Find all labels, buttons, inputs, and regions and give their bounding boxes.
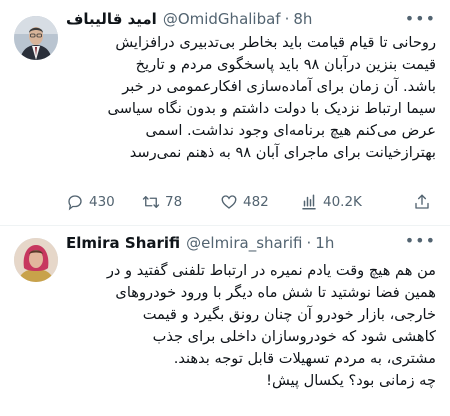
more-icon[interactable]: ••• bbox=[405, 233, 436, 249]
avatar[interactable] bbox=[14, 238, 58, 282]
reply-count: 430 bbox=[89, 194, 115, 210]
tweet-text-line: قیمت بنزین درآبان ۹۸ باید پاسخگوی مردم و… bbox=[135, 56, 436, 73]
reply-icon bbox=[68, 195, 82, 211]
tweet-text-line: بهترازخیانت برای ماجرای آبان ۹۸ به ذهنم … bbox=[129, 144, 436, 161]
more-icon[interactable]: ••• bbox=[405, 11, 436, 27]
tweet-text-line: همین فضا نوشتید تا شش ماه دیگر با ورود خ… bbox=[115, 284, 436, 301]
views-count: 40.2K bbox=[323, 194, 362, 210]
separator-dot: · bbox=[306, 234, 312, 252]
tweet-text-line: مشتری، به مردم تسهیلات قابل توجه بدهند. bbox=[173, 350, 436, 367]
tweet-header: امید قالیباف @OmidGhalibaf · 8h bbox=[66, 8, 436, 30]
tweet-text: من هم هیچ وقت یادم نمیره در ارتباط تلفنی… bbox=[66, 260, 436, 392]
display-name[interactable]: امید قالیباف bbox=[66, 10, 157, 28]
tweet-omid-ghalibaf[interactable]: امید قالیباف @OmidGhalibaf · 8h ••• روحا… bbox=[0, 0, 450, 226]
tweet-elmira-sharifi[interactable]: Elmira Sharifi @elmira_sharifi · 1h ••• … bbox=[0, 226, 450, 416]
reply-button[interactable]: 430 bbox=[66, 193, 142, 211]
timestamp[interactable]: 8h bbox=[293, 10, 312, 28]
views-icon bbox=[302, 194, 316, 210]
retweet-button[interactable]: 78 bbox=[142, 193, 220, 211]
like-button[interactable]: 482 bbox=[220, 193, 300, 211]
timestamp[interactable]: 1h bbox=[315, 234, 334, 252]
avatar[interactable] bbox=[14, 16, 58, 60]
tweet-text: روحانی تا قیام قیامت باید بخاطر بی‌تدبیر… bbox=[66, 32, 436, 164]
separator-dot: · bbox=[284, 10, 290, 28]
user-handle[interactable]: @elmira_sharifi bbox=[186, 234, 302, 252]
display-name[interactable]: Elmira Sharifi bbox=[66, 234, 180, 252]
share-icon bbox=[415, 194, 429, 209]
retweet-count: 78 bbox=[165, 194, 183, 210]
tweet-text-line: خارجی، بازار خودرو آن چنان رونق بگیرد و … bbox=[142, 306, 436, 323]
tweet-text-line: سیما ارتباط نزدیک با دولت داشتم و بدون ن… bbox=[107, 100, 436, 117]
tweet-text-line: باشد. آن زمان برای آماده‌سازی افکارعمومی… bbox=[122, 78, 436, 95]
like-count: 482 bbox=[243, 194, 269, 210]
like-icon bbox=[221, 195, 237, 209]
tweet-text-line: کاهشی شود که خودروسازان داخلی برای جذب bbox=[152, 328, 436, 345]
tweet-text-line: عرض می‌کنم هیچ برنامه‌ای وجود نداشت. اسم… bbox=[145, 122, 436, 139]
tweet-actions: 430 78 482 40.2K bbox=[66, 191, 436, 213]
tweet-text-line: من هم هیچ وقت یادم نمیره در ارتباط تلفنی… bbox=[106, 262, 436, 279]
user-handle[interactable]: @OmidGhalibaf bbox=[163, 10, 281, 28]
share-button[interactable] bbox=[413, 193, 436, 211]
retweet-icon bbox=[142, 196, 160, 208]
tweet-header: Elmira Sharifi @elmira_sharifi · 1h bbox=[66, 232, 436, 254]
tweet-text-line: روحانی تا قیام قیامت باید بخاطر بی‌تدبیر… bbox=[115, 34, 436, 51]
views-button[interactable]: 40.2K bbox=[300, 193, 390, 211]
tweet-text-line: چه زمانی بود؟ یکسال پیش! bbox=[266, 372, 436, 389]
